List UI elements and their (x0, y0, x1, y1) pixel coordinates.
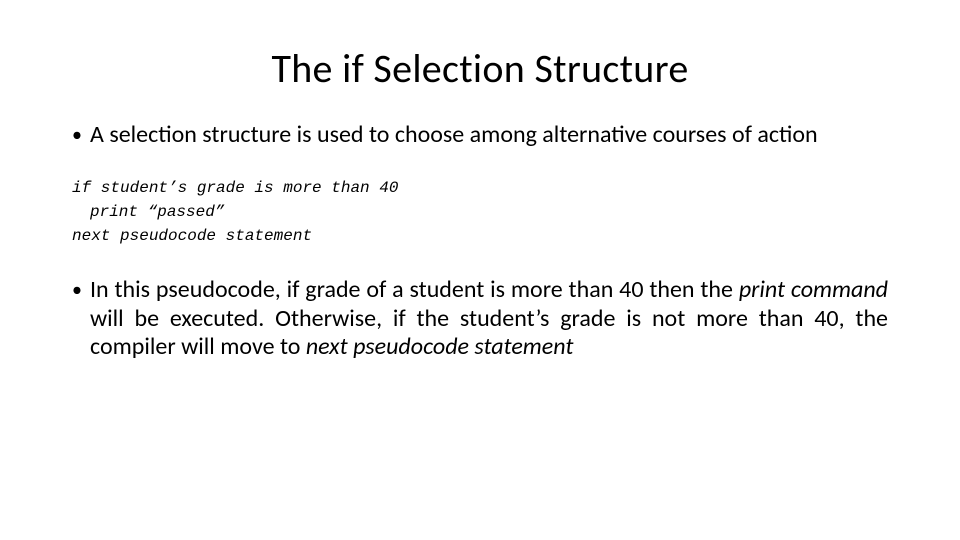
pseudocode-line-2: print “passed” (72, 200, 888, 224)
bullet-2-part-1: In this pseudocode, if grade of a studen… (90, 275, 739, 304)
bullet-text-1: A selection structure is used to choose … (90, 121, 888, 150)
bullet-dot-icon: • (72, 121, 90, 150)
slide: The if Selection Structure • A selection… (0, 0, 960, 540)
bullet-2-em-2: next pseudocode statement (306, 332, 574, 361)
slide-title: The if Selection Structure (72, 44, 888, 93)
pseudocode-block: if student’s grade is more than 40 print… (72, 176, 888, 248)
pseudocode-line-1: if student’s grade is more than 40 (72, 179, 398, 197)
bullet-2-em-1: print command (739, 275, 888, 304)
bullet-text-2: In this pseudocode, if grade of a studen… (90, 276, 888, 362)
pseudocode-line-3: next pseudocode statement (72, 227, 312, 245)
bullet-dot-icon: • (72, 276, 90, 362)
bullet-item-2: • In this pseudocode, if grade of a stud… (72, 276, 888, 362)
bullet-item-1: • A selection structure is used to choos… (72, 121, 888, 150)
